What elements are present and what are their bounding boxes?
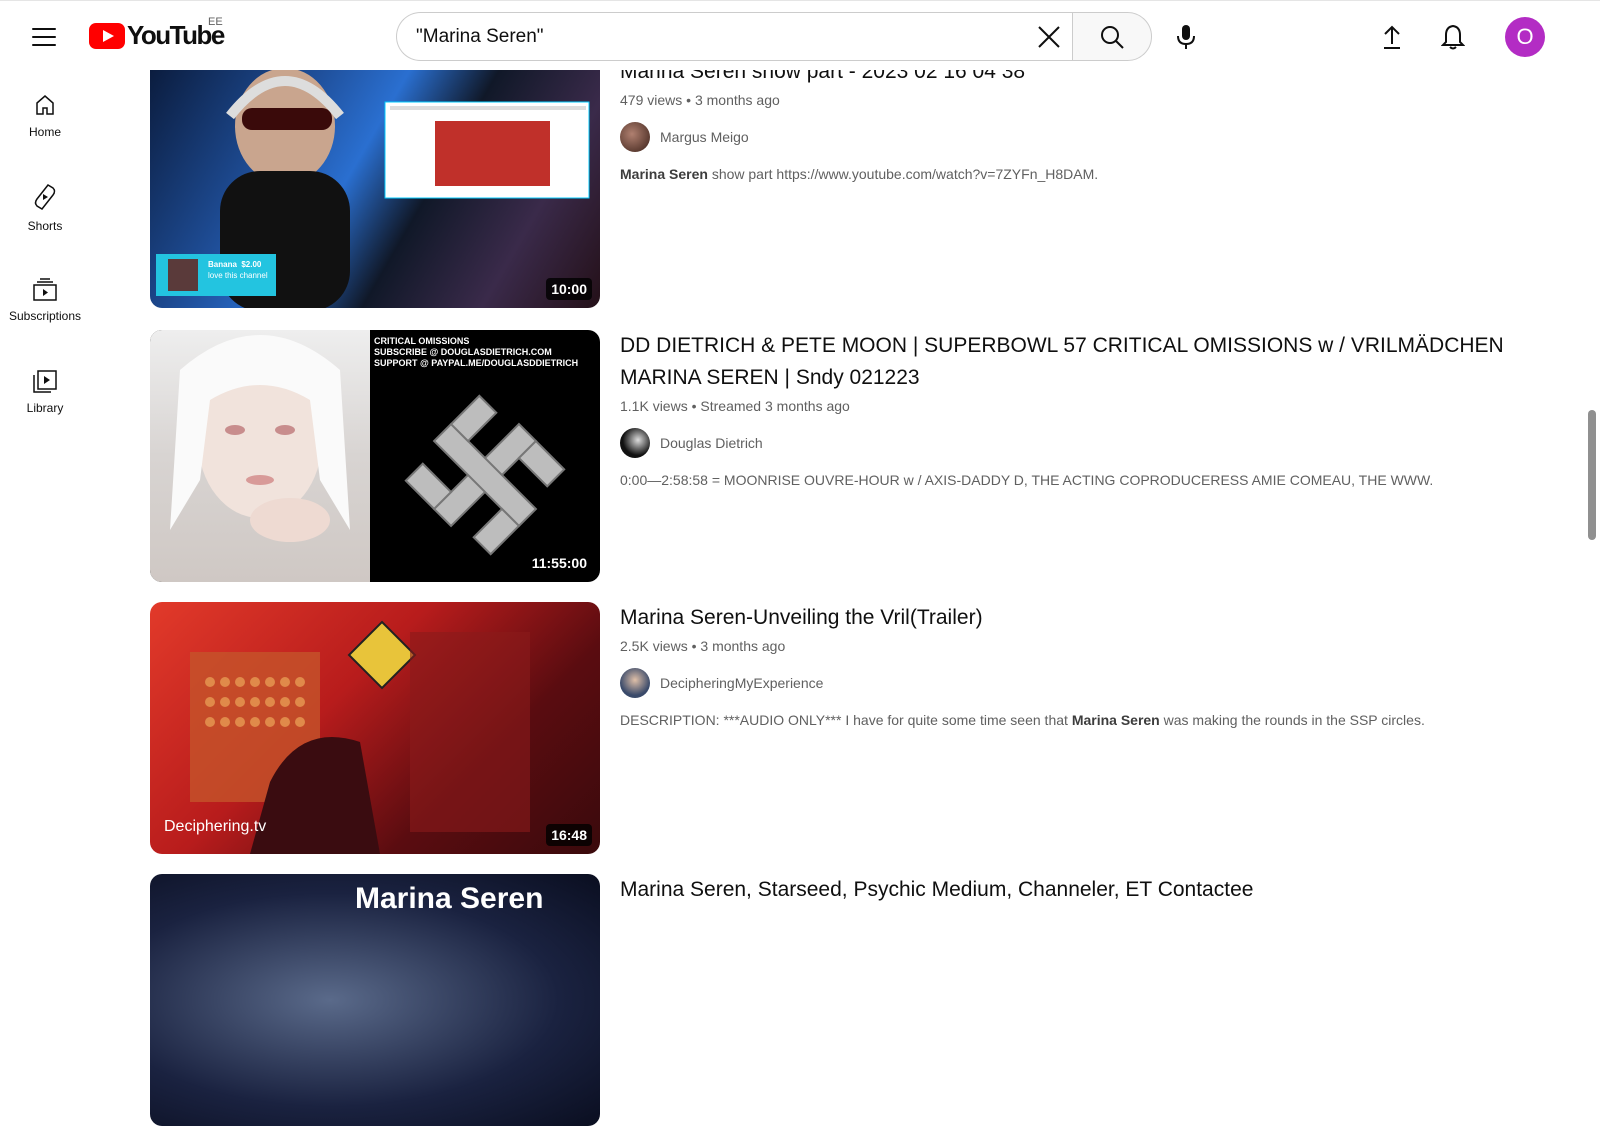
bell-icon [1441, 24, 1465, 50]
sidebar-item-shorts[interactable]: Shorts [0, 162, 90, 254]
channel-name[interactable]: Margus Meigo [660, 129, 749, 145]
video-duration: 11:55:00 [526, 552, 592, 574]
sidebar-item-library[interactable]: Library [0, 346, 90, 438]
shorts-icon [34, 184, 56, 210]
sidebar-item-subscriptions[interactable]: Subscriptions [0, 254, 90, 346]
upload-icon [1384, 25, 1400, 49]
search-icon [1101, 25, 1124, 49]
video-description: 0:00—2:58:58 = MOONRISE OUVRE-HOUR w / A… [620, 472, 1434, 488]
video-description: DESCRIPTION: ***AUDIO ONLY*** I have for… [620, 712, 1425, 728]
upload-button[interactable] [1372, 17, 1412, 57]
video-meta: 479 views • 3 months ago [620, 92, 780, 108]
video-duration: 10:00 [546, 278, 592, 300]
thumbnail-watermark: Deciphering.tv [164, 818, 267, 835]
thumbnail-text: Marina Seren [355, 882, 544, 915]
region-code: EE [208, 16, 223, 28]
sidebar-item-label: Subscriptions [8, 309, 82, 323]
sidebar-item-label: Home [28, 125, 61, 139]
superchat-overlay: Banana $2.00 love this channel [208, 260, 268, 280]
mini-guide: Home Shorts Subscriptions Library [0, 70, 90, 900]
channel-name[interactable]: Douglas Dietrich [660, 435, 763, 451]
search-input[interactable] [416, 25, 996, 48]
search-button[interactable] [1072, 12, 1152, 61]
search-results: Banana $2.00 love this channel 10:00 Mar… [150, 0, 1550, 1126]
channel-avatar[interactable] [620, 122, 650, 152]
menu-icon[interactable] [28, 21, 60, 53]
channel-link[interactable]: Douglas Dietrich [620, 428, 1520, 458]
channel-link[interactable]: Margus Meigo [620, 122, 1520, 152]
microphone-icon [1177, 25, 1195, 49]
video-thumbnail[interactable]: Marina Seren [150, 874, 600, 1126]
channel-avatar[interactable] [620, 668, 650, 698]
scrollbar-thumb[interactable] [1588, 410, 1596, 540]
sidebar-item-label: Library [26, 401, 64, 415]
search-box [396, 12, 1072, 61]
video-title[interactable]: DD DIETRICH & PETE MOON | SUPERBOWL 57 C… [620, 330, 1520, 394]
thumbnail-art [190, 620, 530, 854]
voice-search-button[interactable] [1166, 17, 1206, 57]
video-meta: 1.1K views • Streamed 3 months ago [620, 398, 850, 414]
video-thumbnail[interactable]: Deciphering.tv 16:48 [150, 602, 600, 854]
subscriptions-icon [33, 278, 57, 301]
channel-avatar[interactable] [620, 428, 650, 458]
sidebar-item-home[interactable]: Home [0, 70, 90, 162]
video-meta: 2.5K views • 3 months ago [620, 638, 786, 654]
youtube-play-icon [89, 22, 125, 49]
video-duration: 16:48 [546, 824, 592, 846]
notifications-button[interactable] [1433, 17, 1473, 57]
channel-link[interactable]: DecipheringMyExperience [620, 668, 1520, 698]
video-thumbnail[interactable]: CRITICAL OMISSIONS SUBSCRIBE @ DOUGLASDI… [150, 330, 600, 582]
account-avatar[interactable]: O [1505, 17, 1545, 57]
thumbnail-symbol [404, 394, 566, 556]
top-bar: YouTube EE O [0, 0, 1600, 70]
sidebar-item-label: Shorts [27, 219, 63, 233]
library-icon [33, 370, 57, 393]
video-description: Marina Seren show part https://www.youtu… [620, 166, 1099, 182]
thumbnail-caption: CRITICAL OMISSIONS SUBSCRIBE @ DOUGLASDI… [374, 336, 579, 368]
home-icon [36, 95, 54, 115]
video-title[interactable]: Marina Seren-Unveiling the Vril(Trailer) [620, 602, 1520, 634]
thumbnail-portrait [150, 330, 370, 582]
channel-name[interactable]: DecipheringMyExperience [660, 675, 823, 691]
youtube-logo[interactable]: YouTube [89, 20, 225, 51]
video-title[interactable]: Marina Seren, Starseed, Psychic Medium, … [620, 874, 1520, 906]
page-scrollbar[interactable] [1584, 70, 1600, 900]
clear-search-icon[interactable] [1036, 24, 1062, 50]
video-thumbnail[interactable]: Banana $2.00 love this channel 10:00 [150, 56, 600, 308]
